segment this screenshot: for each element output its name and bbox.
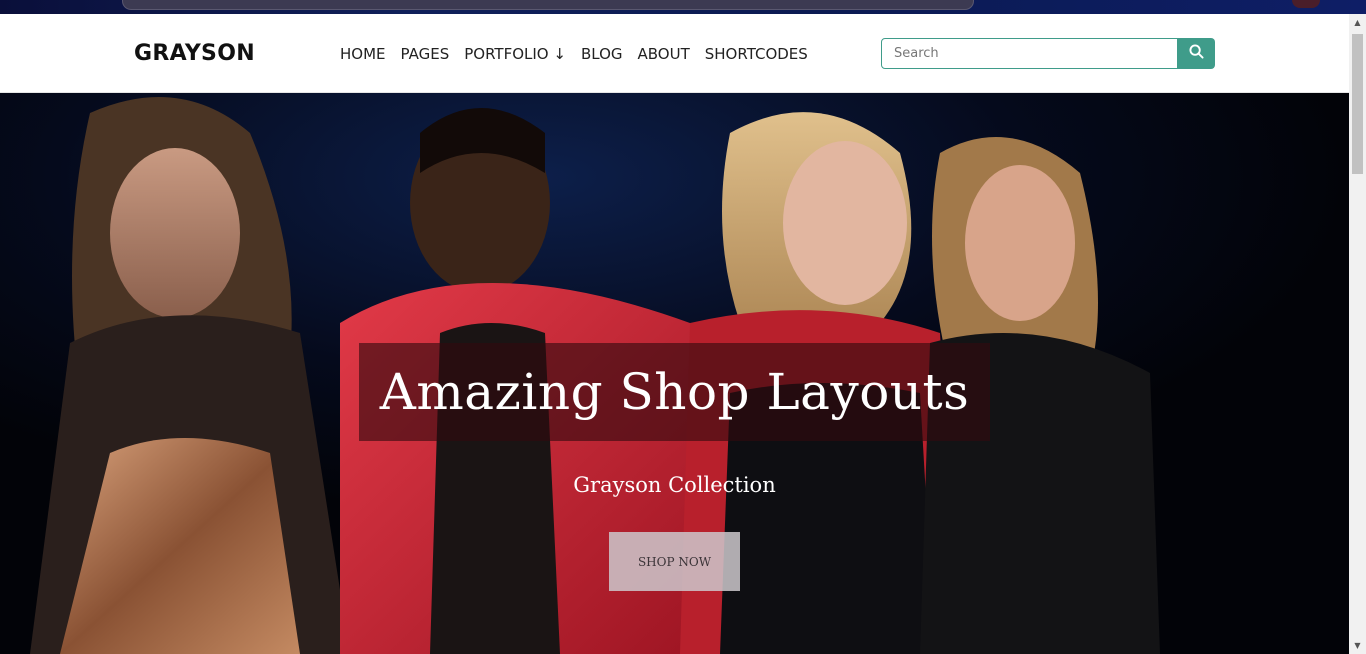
- browser-address-bar: [122, 0, 974, 10]
- site-header: GRAYSON HOME PAGES PORTFOLIO ↓ BLOG ABOU…: [0, 14, 1349, 93]
- shop-now-button[interactable]: SHOP NOW: [609, 532, 740, 591]
- search-form: [881, 38, 1215, 69]
- hero-title: Amazing Shop Layouts: [379, 363, 970, 421]
- main-nav: HOME PAGES PORTFOLIO ↓ BLOG ABOUT SHORTC…: [340, 45, 823, 63]
- hero-title-box: Amazing Shop Layouts: [359, 343, 990, 441]
- browser-top-strip: [0, 0, 1366, 14]
- search-input[interactable]: [881, 38, 1178, 69]
- nav-item-blog[interactable]: BLOG: [581, 45, 623, 63]
- search-icon: [1189, 44, 1204, 63]
- search-button[interactable]: [1178, 38, 1215, 69]
- nav-item-home[interactable]: HOME: [340, 45, 386, 63]
- scroll-thumb[interactable]: [1352, 34, 1363, 174]
- site-logo[interactable]: GRAYSON: [134, 41, 255, 66]
- nav-item-shortcodes[interactable]: SHORTCODES: [705, 45, 808, 63]
- scroll-down-arrow-icon[interactable]: ▼: [1349, 637, 1366, 654]
- browser-profile-button: [1292, 0, 1320, 8]
- nav-item-pages[interactable]: PAGES: [401, 45, 450, 63]
- nav-item-about[interactable]: ABOUT: [638, 45, 690, 63]
- hero-subtitle: Grayson Collection: [573, 473, 776, 497]
- page-scrollbar[interactable]: ▲ ▼: [1349, 14, 1366, 654]
- scroll-up-arrow-icon[interactable]: ▲: [1349, 14, 1366, 31]
- hero-banner: Amazing Shop Layouts Grayson Collection …: [0, 93, 1349, 654]
- nav-item-portfolio[interactable]: PORTFOLIO ↓: [464, 45, 566, 63]
